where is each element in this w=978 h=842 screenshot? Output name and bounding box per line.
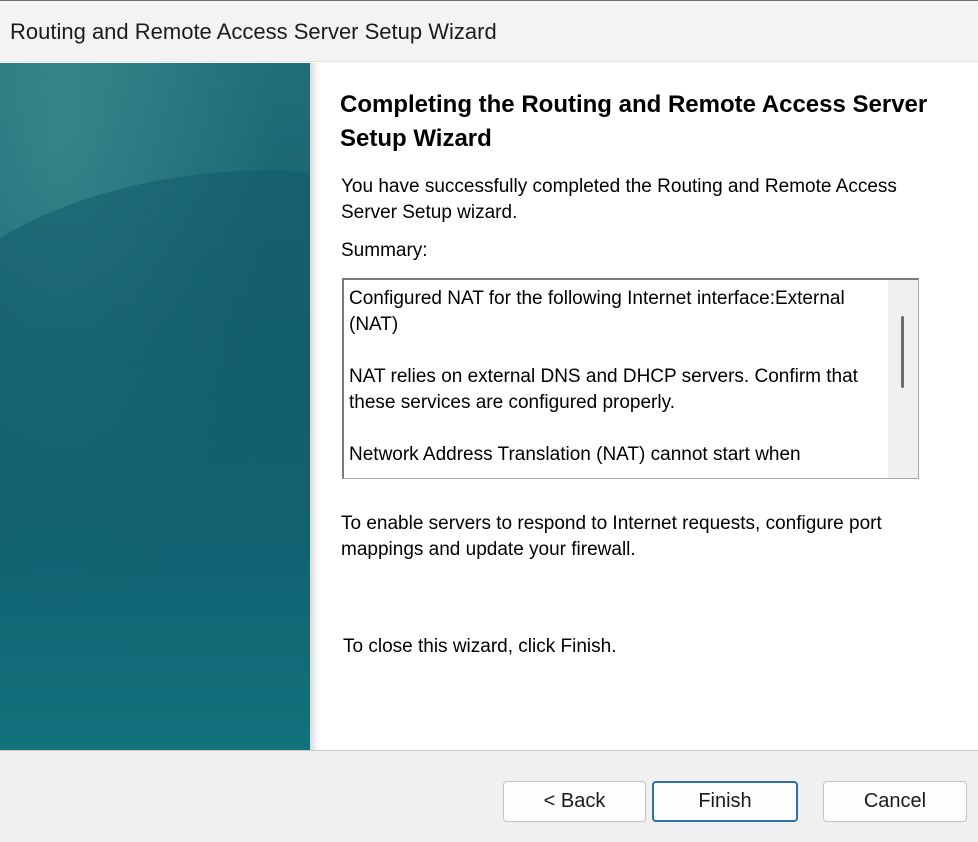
cancel-button[interactable]: Cancel: [823, 781, 967, 822]
window-title: Routing and Remote Access Server Setup W…: [10, 19, 497, 44]
banner-decoration: [0, 63, 310, 750]
intro-text: You have successfully completed the Rout…: [341, 176, 897, 223]
panel-divider: [310, 63, 320, 750]
port-mapping-note: To enable servers to respond to Internet…: [341, 513, 882, 560]
page-heading: Completing the Routing and Remote Access…: [340, 91, 928, 152]
back-button[interactable]: < Back: [503, 781, 646, 822]
summary-scrollbar[interactable]: [888, 280, 918, 478]
summary-textbox[interactable]: Configured NAT for the following Interne…: [342, 278, 919, 479]
finish-button[interactable]: Finish: [652, 781, 798, 822]
summary-text: Configured NAT for the following Interne…: [349, 288, 858, 465]
wizard-banner-image: [0, 63, 310, 750]
close-instruction: To close this wizard, click Finish.: [343, 636, 617, 657]
title-bar: Routing and Remote Access Server Setup W…: [0, 0, 978, 62]
scrollbar-thumb[interactable]: [901, 316, 904, 388]
summary-label: Summary:: [341, 240, 428, 261]
